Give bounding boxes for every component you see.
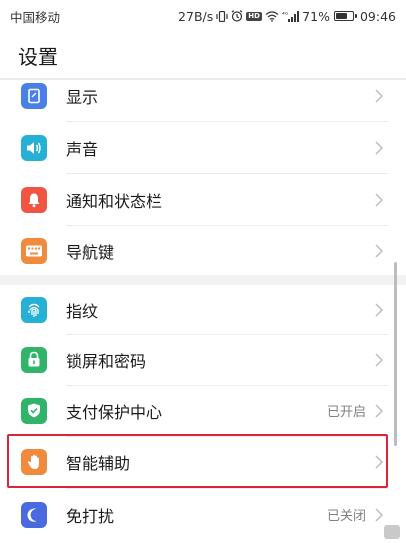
settings-item-sound[interactable]: 声音 (0, 122, 406, 173)
settings-item-display[interactable]: 显示 (0, 70, 406, 121)
settings-item-label: 智能辅助 (66, 453, 131, 473)
clock: 09:46 (359, 8, 396, 24)
wifi-icon (265, 10, 279, 22)
battery-fill (335, 13, 347, 19)
settings-item-label: 支付保护中心 (66, 402, 163, 422)
status-bar: 中国移动 27B/s HD ⁴ᴳ 71% 09:46 (0, 0, 406, 32)
fingerprint-icon (21, 296, 47, 323)
settings-item-label: 免打扰 (66, 506, 115, 526)
settings-item-do-not-disturb[interactable]: 免打扰 已关闭 (0, 489, 406, 540)
chevron-right-icon (375, 454, 384, 469)
chevron-right-icon (375, 302, 384, 317)
settings-item-label: 锁屏和密码 (66, 351, 147, 371)
lock-icon (21, 346, 47, 373)
settings-item-label: 导航键 (66, 242, 115, 262)
chevron-right-icon (375, 243, 384, 258)
carrier-name: 中国移动 (10, 9, 61, 25)
settings-item-notifications[interactable]: 通知和状态栏 (0, 174, 406, 225)
watermark-logo-icon (384, 525, 400, 539)
settings-item-label: 声音 (66, 139, 99, 159)
shield-check-icon (21, 397, 47, 424)
settings-item-label: 指纹 (66, 301, 99, 321)
display-icon (21, 82, 47, 109)
net-speed: 27B/s (178, 8, 214, 24)
status-text: 已开启 (326, 405, 366, 420)
moon-icon (21, 501, 47, 528)
settings-item-payment-protection[interactable]: 支付保护中心 已开启 (0, 385, 406, 436)
settings-item-label: 通知和状态栏 (66, 191, 163, 211)
chevron-right-icon (375, 352, 384, 367)
settings-item-fingerprint[interactable]: 指纹 (0, 284, 406, 335)
watermark (384, 525, 400, 539)
settings-item-smart-assist[interactable]: 智能辅助 (0, 436, 406, 487)
battery-icon (333, 11, 357, 21)
chevron-right-icon (375, 88, 384, 103)
settings-item-navigation[interactable]: 导航键 (0, 225, 406, 276)
status-text: 已关闭 (326, 509, 366, 524)
settings-item-lockscreen[interactable]: 锁屏和密码 (0, 334, 406, 385)
hd-badge: HD (246, 11, 262, 21)
status-icons: 27B/s HD ⁴ᴳ 71% 09:46 (178, 9, 396, 24)
chevron-right-icon (375, 140, 384, 155)
battery-percent: 71% (302, 8, 330, 24)
vibrate-icon (216, 10, 228, 22)
scrollbar[interactable] (394, 262, 397, 446)
alarm-icon (231, 10, 243, 22)
signal-icon: ⁴ᴳ (282, 10, 300, 22)
keyboard-icon (21, 237, 47, 264)
speaker-icon (21, 134, 47, 161)
bell-icon (21, 186, 47, 213)
chevron-right-icon (375, 192, 384, 207)
page-title: 设置 (18, 45, 58, 69)
settings-item-label: 显示 (66, 87, 99, 107)
chevron-right-icon (375, 403, 384, 418)
hand-icon (21, 448, 47, 475)
chevron-right-icon (375, 507, 384, 522)
